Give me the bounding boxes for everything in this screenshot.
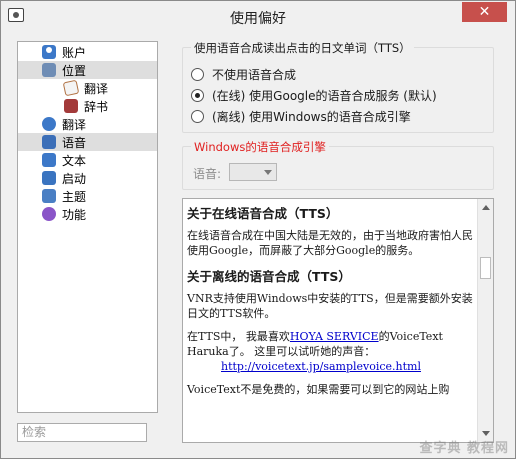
offline-tts-paragraph: VNR支持使用Windows中安装的TTS，但是需要额外安装日文的TTS软件。 — [187, 292, 473, 320]
sidebar-item-label: 主题 — [62, 189, 87, 204]
sidebar-item-function[interactable]: 功能 — [18, 205, 157, 223]
startup-icon — [42, 171, 56, 185]
close-button[interactable]: ✕ — [462, 2, 507, 22]
favorite-tts-paragraph: 在TTS中， 我最喜欢HOYA SERVICE的VoiceText Haruka… — [187, 329, 477, 374]
voice-label: 语音: — [193, 167, 222, 181]
window-title: 使用偏好 — [230, 11, 286, 27]
sidebar-item-dictionary[interactable]: 辞书 — [18, 97, 157, 115]
sidebar-item-label: 功能 — [62, 207, 87, 222]
radio-button[interactable] — [191, 68, 204, 81]
voice-select[interactable] — [229, 163, 277, 181]
vertical-scrollbar[interactable] — [477, 199, 493, 442]
radio-label: 不使用语音合成 — [212, 68, 297, 82]
sidebar-item-startup[interactable]: 启动 — [18, 169, 157, 187]
dictionary-icon — [64, 99, 78, 113]
text-icon — [42, 153, 56, 167]
scroll-up-icon[interactable] — [482, 205, 490, 210]
radio-no-tts[interactable]: 不使用语音合成 — [191, 66, 296, 83]
hoya-service-link[interactable]: HOYA SERVICE — [290, 330, 379, 343]
radio-button-selected[interactable] — [191, 89, 204, 102]
sidebar-item-label: 辞书 — [84, 99, 109, 114]
sidebar-item-label: 启动 — [62, 171, 87, 186]
sidebar-item-theme[interactable]: 主题 — [18, 187, 157, 205]
sidebar-item-text[interactable]: 文本 — [18, 151, 157, 169]
radio-windows-tts[interactable]: (离线) 使用Windows的语音合成引擎 — [191, 108, 411, 125]
online-tts-heading: 关于在线语音合成（TTS） — [187, 206, 339, 221]
sidebar-item-label: 翻译 — [62, 117, 87, 132]
radio-google-tts[interactable]: (在线) 使用Google的语音合成服务 (默认) — [191, 87, 437, 104]
translate-sub-icon — [62, 79, 80, 97]
account-icon — [42, 45, 56, 59]
sample-voice-link[interactable]: http://voicetext.jp/samplevoice.html — [187, 359, 477, 374]
preferences-window: 使用偏好 ✕ 账户 位置 翻译 辞书 翻译 语音 文本 启动 主题 功能 检索 … — [0, 0, 516, 459]
scroll-down-icon[interactable] — [482, 431, 490, 436]
sidebar-item-label: 文本 — [62, 153, 87, 168]
radio-label: (在线) 使用Google的语音合成服务 (默认) — [212, 89, 437, 103]
globe-icon — [42, 117, 56, 131]
offline-tts-heading: 关于离线的语音合成（TTS） — [187, 269, 351, 284]
radio-label: (离线) 使用Windows的语音合成引擎 — [212, 110, 411, 124]
sidebar-item-translate-sub[interactable]: 翻译 — [18, 79, 157, 97]
online-tts-paragraph: 在线语音合成在中国大陆是无效的，由于当地政府害怕人民使用Google，而屏蔽了大… — [187, 229, 473, 257]
sidebar-item-account[interactable]: 账户 — [18, 43, 157, 61]
tts-group-title: 使用语音合成读出点击的日文单词（TTS） — [191, 40, 414, 56]
favorite-pre-text: 在TTS中， 我最喜欢 — [187, 330, 290, 343]
sidebar: 账户 位置 翻译 辞书 翻译 语音 文本 启动 主题 功能 — [17, 41, 158, 413]
function-icon — [42, 207, 56, 221]
sidebar-item-label: 翻译 — [84, 81, 109, 96]
info-content: 关于在线语音合成（TTS） 在线语音合成在中国大陆是无效的，由于当地政府害怕人民… — [187, 203, 477, 405]
theme-icon — [42, 189, 56, 203]
watermark: 查字典 教程网 — [419, 441, 509, 456]
sidebar-item-label: 账户 — [62, 45, 87, 60]
info-text-panel[interactable]: 关于在线语音合成（TTS） 在线语音合成在中国大陆是无效的，由于当地政府害怕人民… — [182, 198, 494, 443]
location-icon — [42, 63, 56, 77]
radio-button[interactable] — [191, 110, 204, 123]
sidebar-item-translate[interactable]: 翻译 — [18, 115, 157, 133]
sidebar-item-label: 位置 — [62, 63, 87, 78]
voice-icon — [42, 135, 56, 149]
title-bar: 使用偏好 ✕ — [1, 1, 515, 31]
search-input[interactable]: 检索 — [17, 423, 147, 442]
windows-engine-group: Windows的语音合成引擎 语音: — [182, 139, 494, 190]
sidebar-item-location[interactable]: 位置 — [18, 61, 157, 79]
sidebar-item-voice[interactable]: 语音 — [18, 133, 157, 151]
scroll-thumb[interactable] — [480, 257, 491, 279]
chevron-down-icon — [264, 170, 272, 175]
tts-options-group: 使用语音合成读出点击的日文单词（TTS） 不使用语音合成 (在线) 使用Goog… — [182, 40, 494, 133]
windows-engine-title: Windows的语音合成引擎 — [191, 139, 329, 155]
paid-notice-paragraph: VoiceText不是免费的，如果需要可以到它的网站上购 — [187, 383, 450, 396]
sidebar-item-label: 语音 — [62, 135, 87, 150]
